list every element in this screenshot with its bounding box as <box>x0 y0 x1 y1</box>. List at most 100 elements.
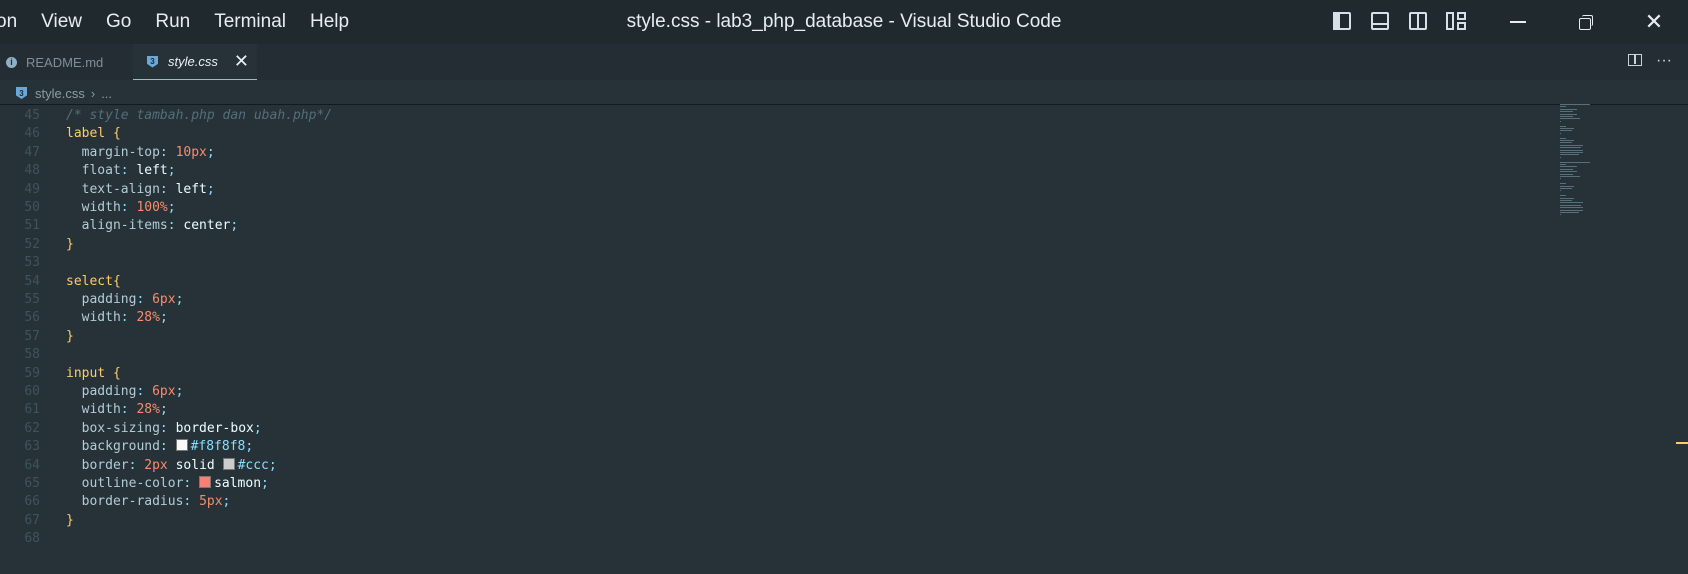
code-token: ; <box>253 420 262 436</box>
menu-selection[interactable]: on <box>0 0 29 44</box>
code-line[interactable]: 47 margin-top: 10px; <box>0 143 215 163</box>
code-line[interactable]: 50 width: 100%; <box>0 198 175 218</box>
code-token: : <box>183 476 200 491</box>
code-line[interactable]: 48 float: left; <box>0 161 175 181</box>
code-token: : <box>167 218 184 234</box>
tab-readme[interactable]: i README.md <box>6 44 103 80</box>
minimap-line <box>1560 168 1573 170</box>
minimap-line <box>1560 142 1572 144</box>
menu-help[interactable]: Help <box>298 0 361 44</box>
menu-terminal[interactable]: Terminal <box>202 0 298 44</box>
color-swatch[interactable] <box>175 439 188 452</box>
code-token: } <box>66 328 74 344</box>
breadcrumb-symbol[interactable]: ... <box>101 86 112 101</box>
line-number: 56 <box>24 310 40 326</box>
line-number: 60 <box>24 384 40 399</box>
code-token: : <box>136 384 153 399</box>
tab-label: README.md <box>26 54 104 70</box>
minimap-line <box>1560 149 1584 151</box>
line-number: 58 <box>24 347 40 363</box>
code-line[interactable]: 45 /* style tambah.php dan ubah.php*/ <box>0 106 332 126</box>
code-line[interactable]: 54 select{ <box>0 272 120 292</box>
minimize-button[interactable] <box>1484 0 1552 44</box>
line-number: 57 <box>24 328 40 344</box>
code-line[interactable]: 61 width: 28%; <box>0 400 168 420</box>
minimap-line <box>1560 212 1579 213</box>
code-token: align-items <box>66 218 168 234</box>
minimap-line <box>1560 140 1574 141</box>
code-line[interactable]: 53 <box>0 253 66 273</box>
code-token: ; <box>206 144 215 160</box>
code-line[interactable]: 46 label { <box>0 124 120 144</box>
code-line[interactable]: 65 outline-color: salmon; <box>0 474 269 494</box>
minimap-line <box>1560 152 1583 153</box>
code-token: ; <box>268 457 277 473</box>
code-line[interactable]: 68 <box>0 529 66 549</box>
minimap-line <box>1560 164 1567 165</box>
more-actions-icon[interactable]: ··· <box>1656 52 1672 70</box>
toggle-secondary-sidebar-icon[interactable] <box>1406 10 1432 34</box>
code-token: left <box>136 163 168 179</box>
menu-run[interactable]: Run <box>143 0 202 44</box>
code-token: left <box>175 181 207 197</box>
code-line[interactable]: 63 background: #f8f8f8; <box>0 437 253 457</box>
code-token: margin-top <box>66 144 160 160</box>
code-editor[interactable]: 45 /* style tambah.php dan ubah.php*/ 46 la… <box>0 106 1560 574</box>
breadcrumb: 3 style.css › ... <box>16 83 112 103</box>
code-line[interactable]: 60 padding: 6px; <box>0 382 183 402</box>
code-line[interactable]: 66 border-radius: 5px; <box>0 492 230 512</box>
code-token: ; <box>206 181 215 197</box>
breadcrumb-file[interactable]: style.css <box>35 86 85 101</box>
line-number: 47 <box>24 144 40 160</box>
minimap-line <box>1560 185 1574 187</box>
line-number: 62 <box>24 420 40 436</box>
line-number: 54 <box>24 273 40 289</box>
minimap-line <box>1560 111 1573 113</box>
divider <box>0 104 1688 105</box>
code-line[interactable]: 52} <box>0 235 73 255</box>
toggle-primary-sidebar-icon[interactable] <box>1330 10 1356 34</box>
code-line[interactable]: 56 width: 28%; <box>0 308 167 328</box>
customize-layout-icon[interactable] <box>1444 10 1470 34</box>
close-window-button[interactable]: ✕ <box>1620 0 1688 44</box>
code-token: solid <box>167 457 223 473</box>
code-token: input <box>66 365 113 381</box>
code-line[interactable]: 59 input { <box>0 364 120 384</box>
code-line[interactable]: 62 box-sizing: border-box; <box>0 419 262 439</box>
close-tab-icon[interactable]: ✕ <box>234 51 249 72</box>
minimap-line <box>1560 137 1567 139</box>
line-number: 68 <box>24 531 40 547</box>
minimap-line <box>1560 202 1583 204</box>
minimap[interactable] <box>1560 104 1630 244</box>
code-token: : <box>136 292 153 307</box>
code-token: ; <box>159 402 168 418</box>
code-line[interactable]: 67} <box>0 511 73 531</box>
menu-view[interactable]: View <box>29 0 94 44</box>
code-line[interactable]: 49 text-align: left; <box>0 180 215 200</box>
code-line[interactable]: 58 <box>0 345 66 365</box>
color-swatch[interactable] <box>222 457 235 470</box>
line-number: 52 <box>24 236 40 252</box>
tab-style-css[interactable]: 3 style.css ✕ <box>133 44 257 80</box>
minimap-line <box>1560 113 1578 115</box>
code-token: width <box>66 402 121 418</box>
color-swatch[interactable] <box>199 476 212 488</box>
menu-go[interactable]: Go <box>94 0 143 44</box>
code-token: ; <box>175 292 184 307</box>
line-number: 48 <box>24 163 40 179</box>
code-line[interactable]: 64 border: 2px solid #ccc; <box>0 456 277 476</box>
code-token: select <box>66 273 113 289</box>
line-number: 53 <box>24 255 40 271</box>
minimap-line <box>1560 130 1572 132</box>
toggle-panel-icon[interactable] <box>1368 10 1394 34</box>
code-token: box-sizing <box>66 420 160 436</box>
minimap-line <box>1560 116 1573 117</box>
restore-button[interactable] <box>1552 0 1620 44</box>
line-number: 65 <box>24 476 40 491</box>
minimap-line <box>1560 176 1580 177</box>
split-editor-icon[interactable] <box>1628 54 1643 66</box>
code-line[interactable]: 57} <box>0 327 74 347</box>
code-line[interactable]: 51 align-items: center; <box>0 216 238 236</box>
code-token: 100% <box>136 200 168 215</box>
code-line[interactable]: 55 padding: 6px; <box>0 290 183 310</box>
